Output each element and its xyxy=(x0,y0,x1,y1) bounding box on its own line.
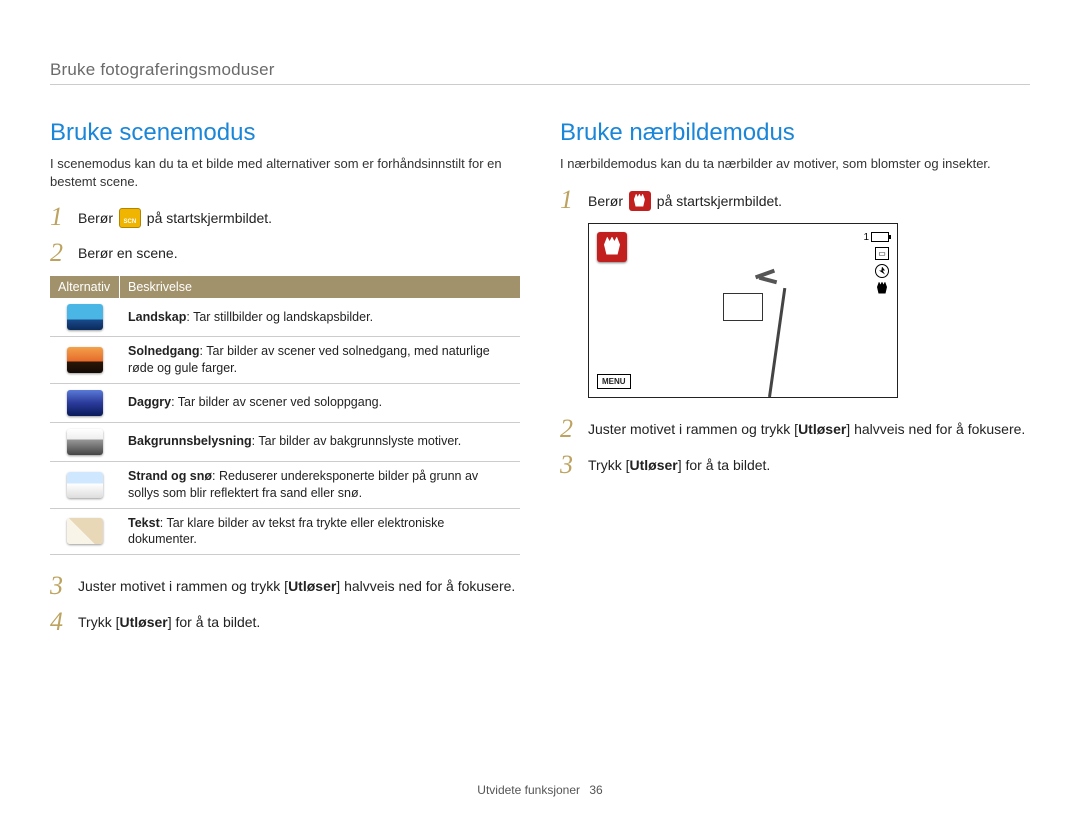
table-row: Strand og snø: Reduserer undereksponerte… xyxy=(50,462,520,509)
step1-pre: Berør xyxy=(78,210,117,226)
right-step-3: 3 Trykk [Utløser] for å ta bildet. xyxy=(560,452,1030,478)
left-step-4: 4 Trykk [Utløser] for å ta bildet. xyxy=(50,609,520,635)
step-number: 2 xyxy=(50,240,78,266)
table-row: Landskap: Tar stillbilder og landskapsbi… xyxy=(50,298,520,337)
row-desc: : Tar bilder av bakgrunnslyste motiver. xyxy=(252,434,462,448)
step1-post: på startskjermbildet. xyxy=(143,210,272,226)
step4-pre: Trykk [ xyxy=(78,614,119,630)
table-row: Bakgrunnsbelysning: Tar bilder av bakgru… xyxy=(50,423,520,462)
focus-frame xyxy=(723,293,763,321)
menu-button[interactable]: MENU xyxy=(597,374,631,389)
step-number: 1 xyxy=(560,187,588,213)
left-heading: Bruke scenemodus xyxy=(50,119,520,147)
row-desc: : Tar stillbilder og landskapsbilder. xyxy=(186,310,373,324)
header-divider xyxy=(50,84,1030,85)
rstep3-post: ] for å ta bildet. xyxy=(678,457,771,473)
step3-bold: Utløser xyxy=(288,578,336,594)
landscape-icon xyxy=(67,304,103,330)
scn-mode-icon xyxy=(119,208,141,228)
step-number: 3 xyxy=(50,573,78,599)
step4-bold: Utløser xyxy=(119,614,167,630)
table-row: Daggry: Tar bilder av scener ved soloppg… xyxy=(50,384,520,423)
text-icon xyxy=(67,518,103,544)
table-row: Tekst: Tar klare bilder av tekst fra try… xyxy=(50,509,520,556)
preview-status-icons: 1 ▭ xyxy=(863,232,889,296)
step3-pre: Juster motivet i rammen og trykk [ xyxy=(78,578,288,594)
row-title: Tekst xyxy=(128,516,160,530)
flower-stem-graphic xyxy=(768,287,786,396)
row-desc: : Tar klare bilder av tekst fra trykte e… xyxy=(128,516,444,547)
rstep1-post: på startskjermbildet. xyxy=(653,193,782,209)
row-title: Daggry xyxy=(128,395,171,409)
right-step-1: 1 Berør på startskjermbildet. xyxy=(560,187,1030,213)
page-footer: Utvidete funksjoner 36 xyxy=(0,783,1080,797)
row-desc: : Tar bilder av scener ved soloppgang. xyxy=(171,395,382,409)
battery-icon xyxy=(871,232,889,242)
row-title: Landskap xyxy=(128,310,186,324)
left-column: Bruke scenemodus I scenemodus kan du ta … xyxy=(50,119,520,645)
th-beskrivelse: Beskrivelse xyxy=(120,276,520,298)
left-step-3: 3 Juster motivet i rammen og trykk [Utlø… xyxy=(50,573,520,599)
scene-table: Alternativ Beskrivelse Landskap: Tar sti… xyxy=(50,276,520,555)
closeup-mode-badge xyxy=(597,232,627,262)
rstep3-pre: Trykk [ xyxy=(588,457,629,473)
flower-bud-graphic xyxy=(755,264,783,288)
step-number: 4 xyxy=(50,609,78,635)
page-header: Bruke fotograferingsmoduser xyxy=(50,60,1030,80)
camera-preview: 1 ▭ MENU xyxy=(588,223,898,398)
table-row: Solnedgang: Tar bilder av scener ved sol… xyxy=(50,337,520,384)
step4-post: ] for å ta bildet. xyxy=(168,614,261,630)
rstep1-pre: Berør xyxy=(588,193,627,209)
rstep2-post: ] halvveis ned for å fokusere. xyxy=(846,421,1025,437)
rstep3-bold: Utløser xyxy=(629,457,677,473)
right-step-2: 2 Juster motivet i rammen og trykk [Utlø… xyxy=(560,416,1030,442)
step3-post: ] halvveis ned for å fokusere. xyxy=(336,578,515,594)
step2-text: Berør en scene. xyxy=(78,240,178,264)
resolution-icon: ▭ xyxy=(875,247,889,260)
right-heading: Bruke nærbildemodus xyxy=(560,119,1030,147)
backlight-icon xyxy=(67,429,103,455)
left-step-1: 1 Berør på startskjermbildet. xyxy=(50,204,520,230)
step-number: 1 xyxy=(50,204,78,230)
rstep2-bold: Utløser xyxy=(798,421,846,437)
macro-icon xyxy=(875,282,889,296)
row-title: Bakgrunnsbelysning xyxy=(128,434,252,448)
dawn-icon xyxy=(67,390,103,416)
footer-page-number: 36 xyxy=(589,783,602,797)
footer-section: Utvidete funksjoner xyxy=(477,783,580,797)
left-intro: I scenemodus kan du ta et bilde med alte… xyxy=(50,155,520,190)
flash-off-icon xyxy=(875,264,889,278)
th-alternativ: Alternativ xyxy=(50,276,120,298)
left-step-2: 2 Berør en scene. xyxy=(50,240,520,266)
sunset-icon xyxy=(67,347,103,373)
table-header: Alternativ Beskrivelse xyxy=(50,276,520,298)
beach-snow-icon xyxy=(67,472,103,498)
right-intro: I nærbildemodus kan du ta nærbilder av m… xyxy=(560,155,1030,173)
rstep2-pre: Juster motivet i rammen og trykk [ xyxy=(588,421,798,437)
closeup-mode-icon xyxy=(629,191,651,211)
right-column: Bruke nærbildemodus I nærbildemodus kan … xyxy=(560,119,1030,645)
row-title: Strand og snø xyxy=(128,469,212,483)
shot-count: 1 xyxy=(863,232,869,243)
row-title: Solnedgang xyxy=(128,344,200,358)
step-number: 2 xyxy=(560,416,588,442)
step-number: 3 xyxy=(560,452,588,478)
